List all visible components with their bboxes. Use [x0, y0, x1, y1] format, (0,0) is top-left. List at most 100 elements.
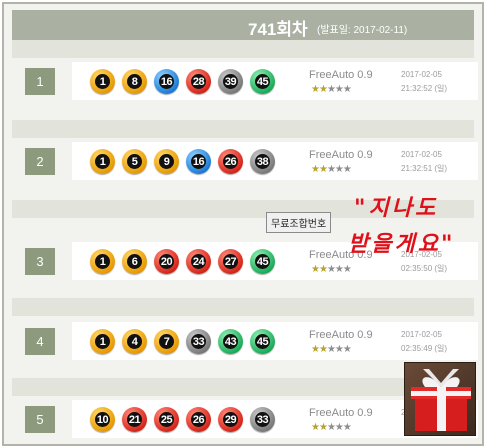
ball-set: 10 21 25 26 29 33: [90, 407, 275, 432]
created-date: 2017-02-05: [401, 150, 442, 159]
lotto-ball: 10: [90, 407, 115, 432]
star-icon: ★: [318, 84, 328, 95]
ball-number: 4: [131, 335, 138, 348]
star-icon: ★: [311, 264, 320, 275]
lotto-results-panel: 741회차 (발표일: 2017-02-11) 1 1 8 16 28 39 45 Fre…: [2, 2, 484, 446]
star-icon: ★: [342, 422, 352, 433]
free-combination-label[interactable]: 무료조합번호: [266, 212, 332, 233]
created-datetime: 2017-02-05 02:35:49 (일): [401, 328, 447, 356]
star-icon: ★: [334, 344, 344, 355]
lotto-ball: 4: [122, 329, 147, 354]
ball-number: 38: [256, 155, 269, 168]
star-icon: ★: [326, 264, 336, 275]
ball-number: 10: [96, 413, 109, 426]
lotto-ball: 21: [122, 407, 147, 432]
ball-number: 1: [99, 155, 106, 168]
star-icon: ★: [326, 344, 336, 355]
lotto-ball: 45: [250, 329, 275, 354]
ball-number: 43: [224, 335, 237, 348]
lotto-ball: 26: [218, 149, 243, 174]
ball-number: 9: [163, 155, 170, 168]
ball-set: 1 4 7 33 43 45: [90, 329, 275, 354]
lotto-ball: 1: [90, 149, 115, 174]
ball-number: 39: [224, 75, 237, 88]
created-date: 2017-02-05: [401, 330, 442, 339]
result-row: 1 1 8 16 28 39 45 FreeAuto 0.9 ★★★★★ 2017-02-…: [12, 56, 478, 108]
star-icon: ★: [326, 164, 336, 175]
ball-number: 26: [192, 413, 205, 426]
lotto-ball: 5: [122, 149, 147, 174]
rating-stars: ★★★★★: [311, 84, 352, 95]
created-datetime: 2017-02-05 21:32:52 (일): [401, 68, 447, 96]
rating-stars: ★★★★★: [311, 422, 352, 433]
ball-number: 33: [192, 335, 205, 348]
star-icon: ★: [334, 84, 344, 95]
method-label: FreeAuto 0.9: [309, 69, 373, 81]
lotto-ball: 7: [154, 329, 179, 354]
star-icon: ★: [334, 164, 344, 175]
star-icon: ★: [318, 344, 328, 355]
rank-badge: 5: [25, 406, 55, 433]
gift-box-icon[interactable]: [404, 362, 476, 436]
created-time: 02:35:49 (일): [401, 344, 448, 353]
star-icon: ★: [318, 422, 328, 433]
lotto-ball: 24: [186, 249, 211, 274]
lotto-ball: 33: [250, 407, 275, 432]
ball-number: 5: [131, 155, 138, 168]
lotto-ball: 45: [250, 69, 275, 94]
star-icon: ★: [326, 422, 336, 433]
created-time: 21:32:51 (일): [401, 164, 448, 173]
star-icon: ★: [311, 344, 320, 355]
lotto-ball: 26: [186, 407, 211, 432]
ball-number: 16: [192, 155, 205, 168]
ball-number: 8: [131, 75, 138, 88]
star-icon: ★: [311, 164, 320, 175]
lotto-ball: 9: [154, 149, 179, 174]
lotto-ball: 1: [90, 249, 115, 274]
created-time: 02:35:50 (일): [401, 264, 448, 273]
ball-number: 27: [224, 255, 237, 268]
announce-date: (발표일: 2017-02-11): [317, 25, 408, 36]
overlay-caption-line1: "지나도: [354, 195, 439, 221]
method-label: FreeAuto 0.9: [309, 149, 373, 161]
lotto-ball: 43: [218, 329, 243, 354]
lotto-ball: 1: [90, 69, 115, 94]
lotto-ball: 6: [122, 249, 147, 274]
separator-band: [12, 298, 474, 316]
lotto-ball: 16: [154, 69, 179, 94]
ball-number: 26: [224, 155, 237, 168]
rank-badge: 1: [25, 68, 55, 95]
created-time: 21:32:52 (일): [401, 84, 448, 93]
ball-number: 28: [192, 75, 205, 88]
lotto-ball: 1: [90, 329, 115, 354]
rating-stars: ★★★★★: [311, 344, 352, 355]
rating-stars: ★★★★★: [311, 264, 352, 275]
lotto-ball: 45: [250, 249, 275, 274]
ball-number: 1: [99, 335, 106, 348]
lotto-ball: 8: [122, 69, 147, 94]
rank-badge: 2: [25, 148, 55, 175]
star-icon: ★: [311, 422, 320, 433]
ball-number: 45: [256, 335, 269, 348]
ball-number: 33: [256, 413, 269, 426]
star-icon: ★: [342, 264, 352, 275]
rank-badge: 3: [25, 248, 55, 275]
method-label: FreeAuto 0.9: [309, 407, 373, 419]
star-icon: ★: [342, 84, 352, 95]
rank-badge: 4: [25, 328, 55, 355]
ball-number: 1: [99, 75, 106, 88]
overlay-caption-line2: 받을게요": [348, 231, 456, 257]
star-icon: ★: [334, 422, 344, 433]
ball-number: 20: [160, 255, 173, 268]
rating-stars: ★★★★★: [311, 164, 352, 175]
ball-set: 1 8 16 28 39 45: [90, 69, 275, 94]
ball-number: 7: [163, 335, 170, 348]
star-icon: ★: [318, 164, 328, 175]
star-icon: ★: [334, 264, 344, 275]
round-header: 741회차 (발표일: 2017-02-11): [12, 10, 474, 40]
lotto-ball: 25: [154, 407, 179, 432]
created-datetime: 2017-02-05 21:32:51 (일): [401, 148, 447, 176]
result-row: 4 1 4 7 33 43 45 FreeAuto 0.9 ★★★★★ 2017-02-0…: [12, 316, 478, 368]
lotto-ball: 38: [250, 149, 275, 174]
ball-number: 24: [192, 255, 205, 268]
